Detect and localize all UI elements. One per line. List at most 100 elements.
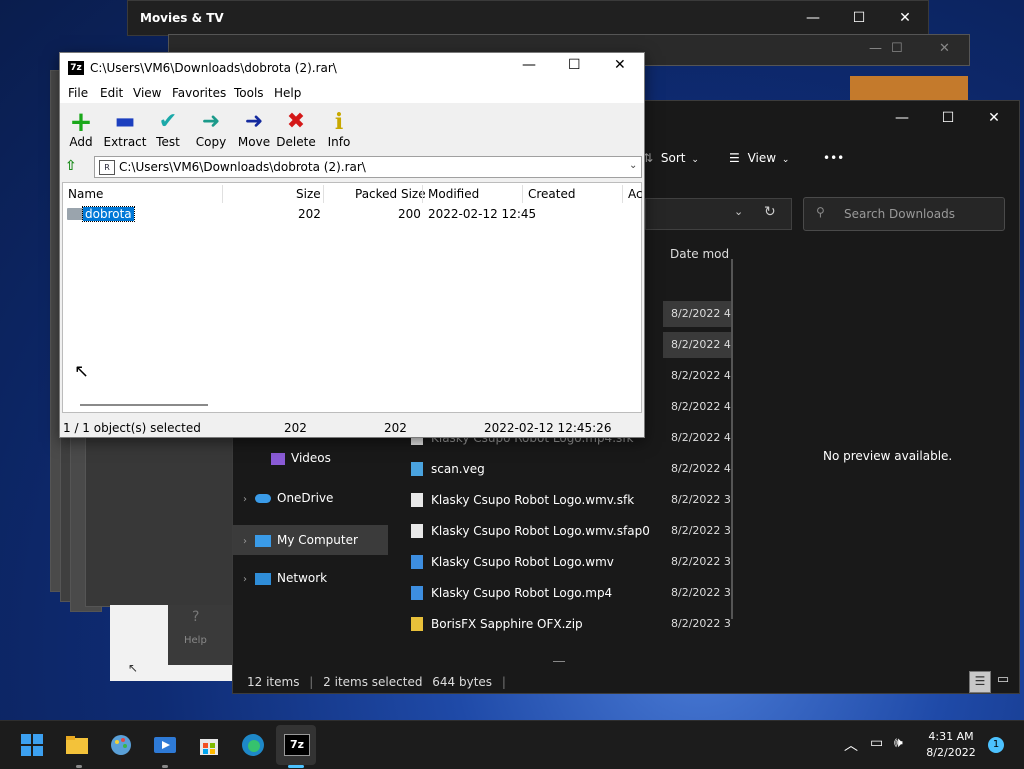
list-item-date[interactable]: 8/2/2022 4	[663, 332, 733, 358]
info-button[interactable]: i Info	[316, 109, 362, 149]
notification-badge[interactable]: 1	[988, 737, 1004, 753]
movies-tv-taskbar-button[interactable]	[153, 733, 177, 757]
list-item[interactable]: Klasky Csupo Robot Logo.wmv 8/2/2022 3	[409, 547, 899, 577]
7zip-maximize-button[interactable]: ☐	[568, 57, 581, 73]
store-taskbar-button[interactable]	[197, 733, 221, 757]
more-options-button[interactable]: •••	[823, 151, 844, 165]
nav-item-videos[interactable]: Videos	[271, 443, 331, 473]
chevron-down-icon: ⌄	[781, 155, 790, 165]
address-dropdown-icon[interactable]: ⌄	[734, 205, 743, 218]
zip-file-icon	[411, 617, 423, 631]
column-divider	[522, 185, 523, 203]
column-created[interactable]: Created	[528, 185, 576, 203]
details-view-button[interactable]: ☰	[969, 671, 991, 693]
menu-favorites[interactable]: Favorites	[172, 86, 226, 100]
horizontal-scrollbar[interactable]	[553, 661, 565, 662]
menu-edit[interactable]: Edit	[100, 86, 123, 100]
search-icon: ⚲	[816, 205, 825, 219]
movies-tv-window[interactable]: Movies & TV — ☐ ✕	[127, 0, 929, 36]
address-dropdown-icon[interactable]: ⌄	[629, 160, 637, 171]
chevron-up-icon[interactable]: ︿	[844, 735, 858, 755]
item-count: 12 items	[247, 675, 300, 689]
column-size[interactable]: Size	[296, 185, 321, 203]
list-item[interactable]: Klasky Csupo Robot Logo.wmv.sfk 8/2/2022…	[409, 485, 899, 515]
menu-view[interactable]: View	[133, 86, 161, 100]
network-status-icon[interactable]: ▭	[870, 735, 883, 751]
nav-item-network[interactable]: › Network	[243, 563, 327, 593]
copy-button[interactable]: ➜ Copy	[188, 109, 234, 149]
list-item-date[interactable]: 8/2/2022 4	[663, 363, 733, 389]
paint-taskbar-button[interactable]	[109, 733, 133, 757]
volume-icon[interactable]: 🕪	[894, 735, 903, 751]
explorer-status-bar: 12 items | 2 items selected 644 bytes |	[247, 675, 506, 689]
menu-help[interactable]: Help	[274, 86, 301, 100]
7zip-horizontal-scrollbar[interactable]	[80, 404, 208, 406]
explorer-close-button[interactable]: ✕	[971, 101, 1017, 135]
clock[interactable]: 4:31 AM 8/2/2022	[926, 729, 976, 761]
computer-icon	[255, 534, 271, 547]
search-input[interactable]: Search Downloads	[844, 207, 955, 221]
chevron-right-icon[interactable]: ›	[243, 536, 247, 547]
7zip-close-button[interactable]: ✕	[614, 57, 626, 73]
list-item-date[interactable]: 8/2/2022 4	[663, 301, 733, 327]
close-button[interactable]: ✕	[882, 1, 928, 35]
7zip-window[interactable]: 7z C:\Users\VM6\Downloads\dobrota (2).ra…	[59, 52, 645, 438]
list-item[interactable]: Klasky Csupo Robot Logo.mp4 8/2/2022 3	[409, 578, 899, 608]
row-name: dobrota	[82, 206, 135, 222]
video-file-icon	[411, 555, 423, 569]
sort-button[interactable]: ⇅ Sort ⌄	[643, 151, 699, 171]
7zip-titlebar[interactable]: 7z C:\Users\VM6\Downloads\dobrota (2).ra…	[60, 53, 644, 83]
delete-button[interactable]: ✖ Delete	[273, 109, 319, 149]
7zip-minimize-button[interactable]: —	[522, 57, 536, 73]
vertical-scrollbar[interactable]	[731, 259, 733, 619]
menu-tools[interactable]: Tools	[234, 86, 264, 100]
list-item-date[interactable]: 8/2/2022 4	[663, 394, 733, 420]
start-button[interactable]	[20, 733, 44, 757]
veg-file-icon	[411, 462, 423, 476]
minimize-button[interactable]: —	[790, 1, 836, 35]
edge-taskbar-button[interactable]	[241, 733, 265, 757]
7zip-taskbar-button[interactable]: 7z	[276, 725, 316, 765]
view-icon: ☰	[729, 151, 740, 165]
delete-icon: ✖	[286, 109, 306, 134]
large-icons-view-button[interactable]: ▭	[993, 671, 1013, 691]
ghost-maximize-icon: ☐	[891, 41, 903, 56]
refresh-icon[interactable]: ↻	[764, 204, 776, 220]
explorer-minimize-button[interactable]: —	[879, 101, 925, 135]
list-item[interactable]: Klasky Csupo Robot Logo.wmv.sfap0 8/2/20…	[409, 516, 899, 546]
view-button[interactable]: ☰ View ⌄	[729, 151, 789, 171]
chevron-down-icon: ⌄	[691, 155, 699, 165]
column-modified[interactable]: Modified	[428, 185, 479, 203]
chevron-right-icon[interactable]: ›	[243, 494, 247, 505]
maximize-button[interactable]: ☐	[836, 1, 882, 35]
nav-item-my-computer[interactable]: › My Computer	[233, 525, 388, 555]
list-item[interactable]: BorisFX Sapphire OFX.zip 8/2/2022 3	[409, 609, 899, 639]
menu-file[interactable]: File	[68, 86, 88, 100]
address-bar-end[interactable]: ⌄ ↻	[645, 198, 792, 230]
add-button[interactable]: + Add	[58, 105, 104, 150]
column-name[interactable]: Name	[68, 185, 103, 203]
file-explorer-taskbar-button[interactable]	[65, 733, 89, 757]
search-box[interactable]: ⚲ Search Downloads	[803, 197, 1005, 231]
up-folder-icon[interactable]: ⇧	[65, 158, 81, 176]
column-accessed[interactable]: Ac	[628, 185, 643, 203]
test-icon: ✔	[158, 109, 178, 134]
7zip-status-size: 202	[284, 421, 307, 435]
table-row[interactable]: dobrota 202 200 2022-02-12 12:45	[66, 206, 642, 224]
help-panel[interactable]: ? Help	[168, 605, 232, 665]
copy-icon: ➜	[201, 109, 221, 134]
extract-button[interactable]: ▬ Extract	[102, 109, 148, 149]
explorer-maximize-button[interactable]: ☐	[925, 101, 971, 135]
move-button[interactable]: ➜ Move	[231, 109, 277, 149]
chevron-right-icon[interactable]: ›	[243, 574, 247, 585]
row-packed-size: 200	[398, 207, 421, 221]
ghost-close-icon: ✕	[939, 41, 950, 56]
selected-size: 644 bytes	[432, 675, 493, 689]
add-icon: +	[69, 105, 93, 138]
nav-item-onedrive[interactable]: › OneDrive	[243, 483, 333, 513]
column-packed-size[interactable]: Packed Size	[355, 185, 426, 203]
test-button[interactable]: ✔ Test	[145, 109, 191, 149]
column-date-modified[interactable]: Date mod	[670, 247, 729, 261]
7zip-address-bar[interactable]: R C:\Users\VM6\Downloads\dobrota (2).rar…	[94, 156, 642, 178]
move-icon: ➜	[244, 109, 264, 134]
